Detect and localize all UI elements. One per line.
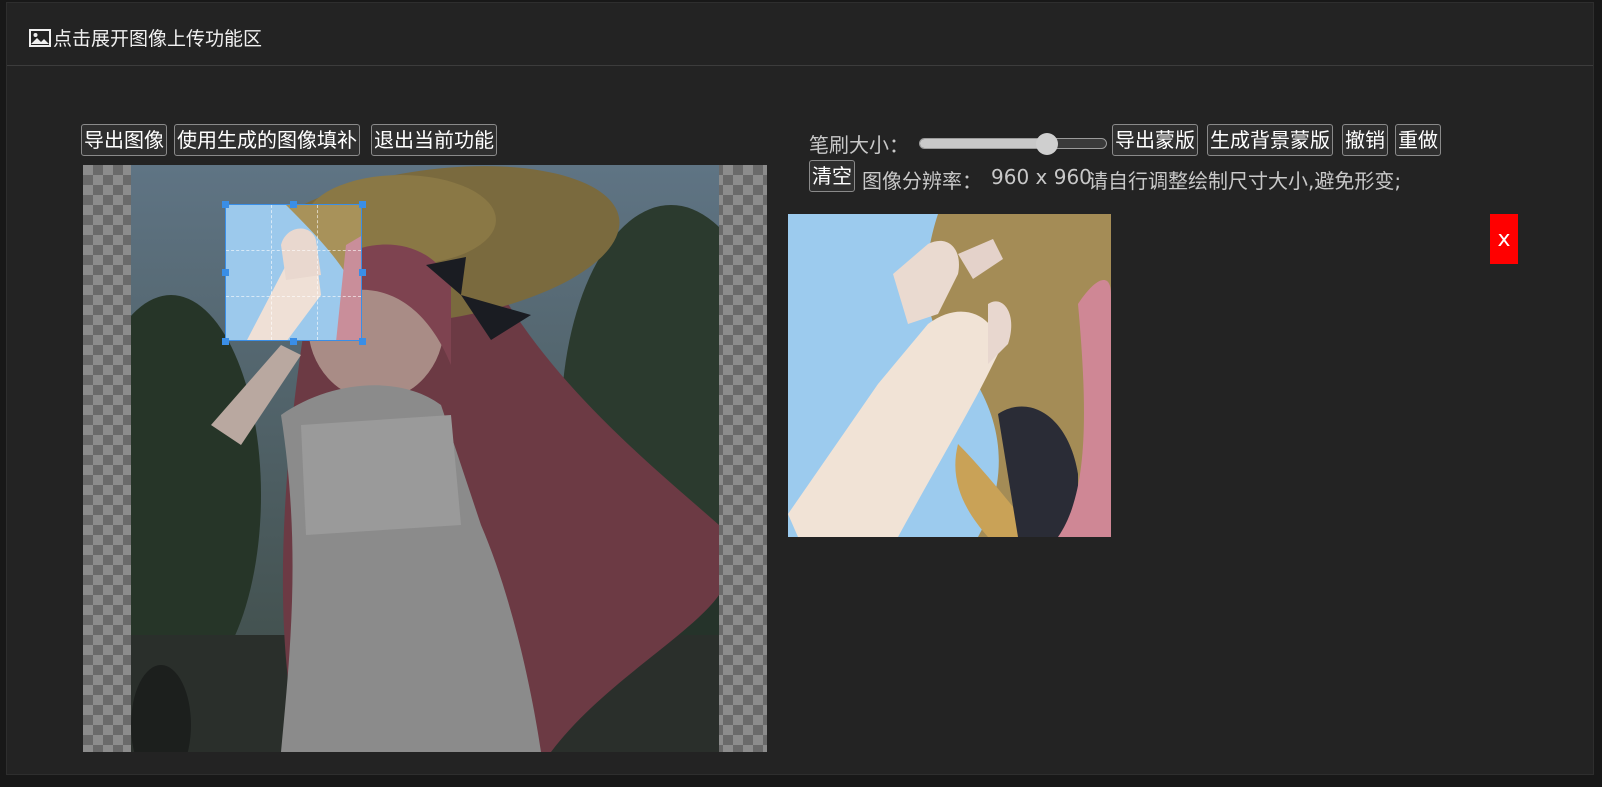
- export-image-button[interactable]: 导出图像: [81, 124, 167, 156]
- image-edit-panel: 点击展开图像上传功能区 导出图像 使用生成的图像填补 退出当前功能 笔刷大小： …: [6, 2, 1594, 775]
- exit-function-button[interactable]: 退出当前功能: [371, 124, 497, 156]
- resize-handle-n[interactable]: [290, 201, 297, 208]
- upload-area-toggle[interactable]: 点击展开图像上传功能区: [29, 24, 262, 51]
- resize-handle-s[interactable]: [290, 338, 297, 345]
- upload-area-title: 点击展开图像上传功能区: [53, 28, 263, 50]
- generate-bg-mask-button[interactable]: 生成背景蒙版: [1207, 124, 1333, 156]
- resolution-hint: 请自行调整绘制尺寸大小,避免形变;: [1088, 169, 1402, 193]
- selection-box[interactable]: [225, 204, 362, 341]
- editor-canvas[interactable]: [83, 165, 767, 752]
- resolution-value: 960 x 960: [991, 165, 1092, 189]
- image-icon: [29, 28, 51, 47]
- resize-handle-nw[interactable]: [222, 201, 229, 208]
- cropped-preview-image: [788, 214, 1111, 537]
- brush-size-label: 笔刷大小：: [809, 133, 909, 157]
- fill-with-generated-button[interactable]: 使用生成的图像填补: [174, 124, 360, 156]
- resize-handle-ne[interactable]: [359, 201, 366, 208]
- slider-track: [919, 138, 1107, 149]
- slider-fill: [920, 139, 1048, 148]
- export-mask-button[interactable]: 导出蒙版: [1112, 124, 1198, 156]
- slider-thumb[interactable]: [1035, 133, 1058, 155]
- resize-handle-sw[interactable]: [222, 338, 229, 345]
- upload-area-header[interactable]: 点击展开图像上传功能区: [7, 3, 1593, 66]
- close-button[interactable]: x: [1490, 214, 1518, 264]
- redo-button[interactable]: 重做: [1395, 124, 1441, 156]
- resize-handle-e[interactable]: [359, 269, 366, 276]
- undo-button[interactable]: 撤销: [1342, 124, 1388, 156]
- clear-button[interactable]: 清空: [809, 160, 855, 192]
- resolution-label: 图像分辨率：: [862, 169, 982, 193]
- resize-handle-se[interactable]: [359, 338, 366, 345]
- resize-handle-w[interactable]: [222, 269, 229, 276]
- brush-size-slider[interactable]: [919, 133, 1107, 155]
- source-image: [131, 165, 719, 752]
